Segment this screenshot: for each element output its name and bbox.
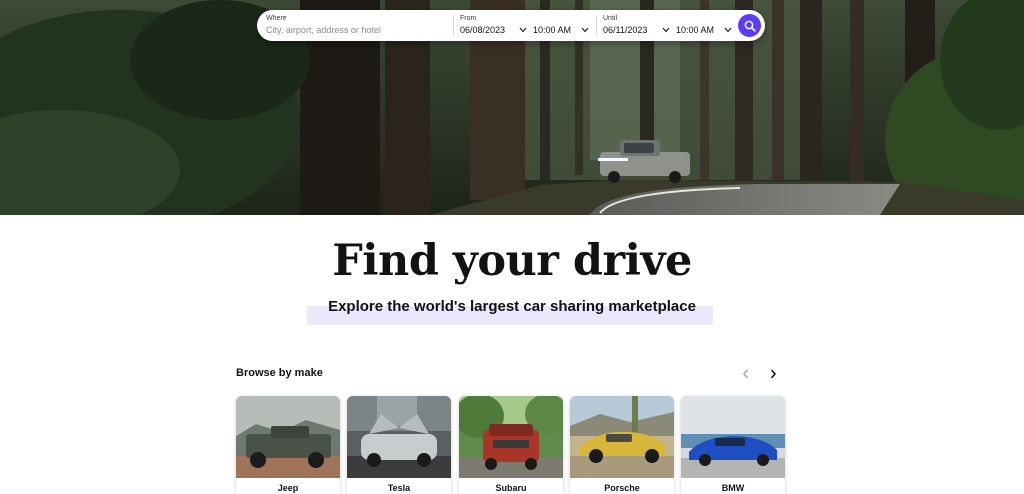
subaru-photo xyxy=(459,396,563,478)
make-card-tesla[interactable]: Tesla xyxy=(347,396,451,494)
make-card-bmw[interactable]: BMW xyxy=(681,396,785,494)
from-time-select[interactable]: 10:00 AM xyxy=(533,25,571,35)
page-subtitle: Explore the world's largest car sharing … xyxy=(328,298,696,315)
make-label: Tesla xyxy=(387,483,411,493)
from-label: From xyxy=(460,15,477,22)
jeep-photo xyxy=(236,396,340,478)
search-icon xyxy=(744,20,756,32)
bmw-photo xyxy=(681,396,785,478)
from-field[interactable]: From 06/08/2023 10:00 AM xyxy=(460,10,594,41)
chevron-right-icon[interactable] xyxy=(766,367,780,381)
hero-banner: Where City, airport, address or hotel Fr… xyxy=(0,0,1024,215)
where-field[interactable]: Where City, airport, address or hotel xyxy=(266,10,451,41)
browse-by-make-title: Browse by make xyxy=(236,367,323,379)
until-time-select[interactable]: 10:00 AM xyxy=(676,25,714,35)
make-card-subaru[interactable]: Subaru xyxy=(459,396,563,494)
from-date-select[interactable]: 06/08/2023 xyxy=(460,25,505,35)
chevron-left-icon[interactable] xyxy=(739,367,753,381)
chevron-down-icon[interactable] xyxy=(724,27,732,33)
chevron-down-icon[interactable] xyxy=(581,27,589,33)
search-button[interactable] xyxy=(738,14,761,37)
where-label: Where xyxy=(266,15,287,22)
until-label: Until xyxy=(603,15,618,22)
field-divider xyxy=(453,15,454,36)
porsche-photo xyxy=(570,396,674,478)
chevron-down-icon[interactable] xyxy=(519,27,527,33)
make-label: Jeep xyxy=(277,483,299,493)
chevron-down-icon[interactable] xyxy=(662,27,670,33)
where-input[interactable]: City, airport, address or hotel xyxy=(266,25,381,35)
until-date-select[interactable]: 06/11/2023 xyxy=(603,25,647,35)
make-label: BMW xyxy=(721,483,745,493)
field-divider xyxy=(596,15,597,36)
until-field[interactable]: Until 06/11/2023 10:00 AM xyxy=(603,10,737,41)
make-label: Porsche xyxy=(604,483,640,493)
make-card-jeep[interactable]: Jeep xyxy=(236,396,340,494)
tesla-photo xyxy=(347,396,451,478)
page-title: Find your drive xyxy=(332,236,692,286)
make-label: Subaru xyxy=(495,483,527,493)
make-card-porsche[interactable]: Porsche xyxy=(570,396,674,494)
search-bar: Where City, airport, address or hotel Fr… xyxy=(257,10,765,41)
